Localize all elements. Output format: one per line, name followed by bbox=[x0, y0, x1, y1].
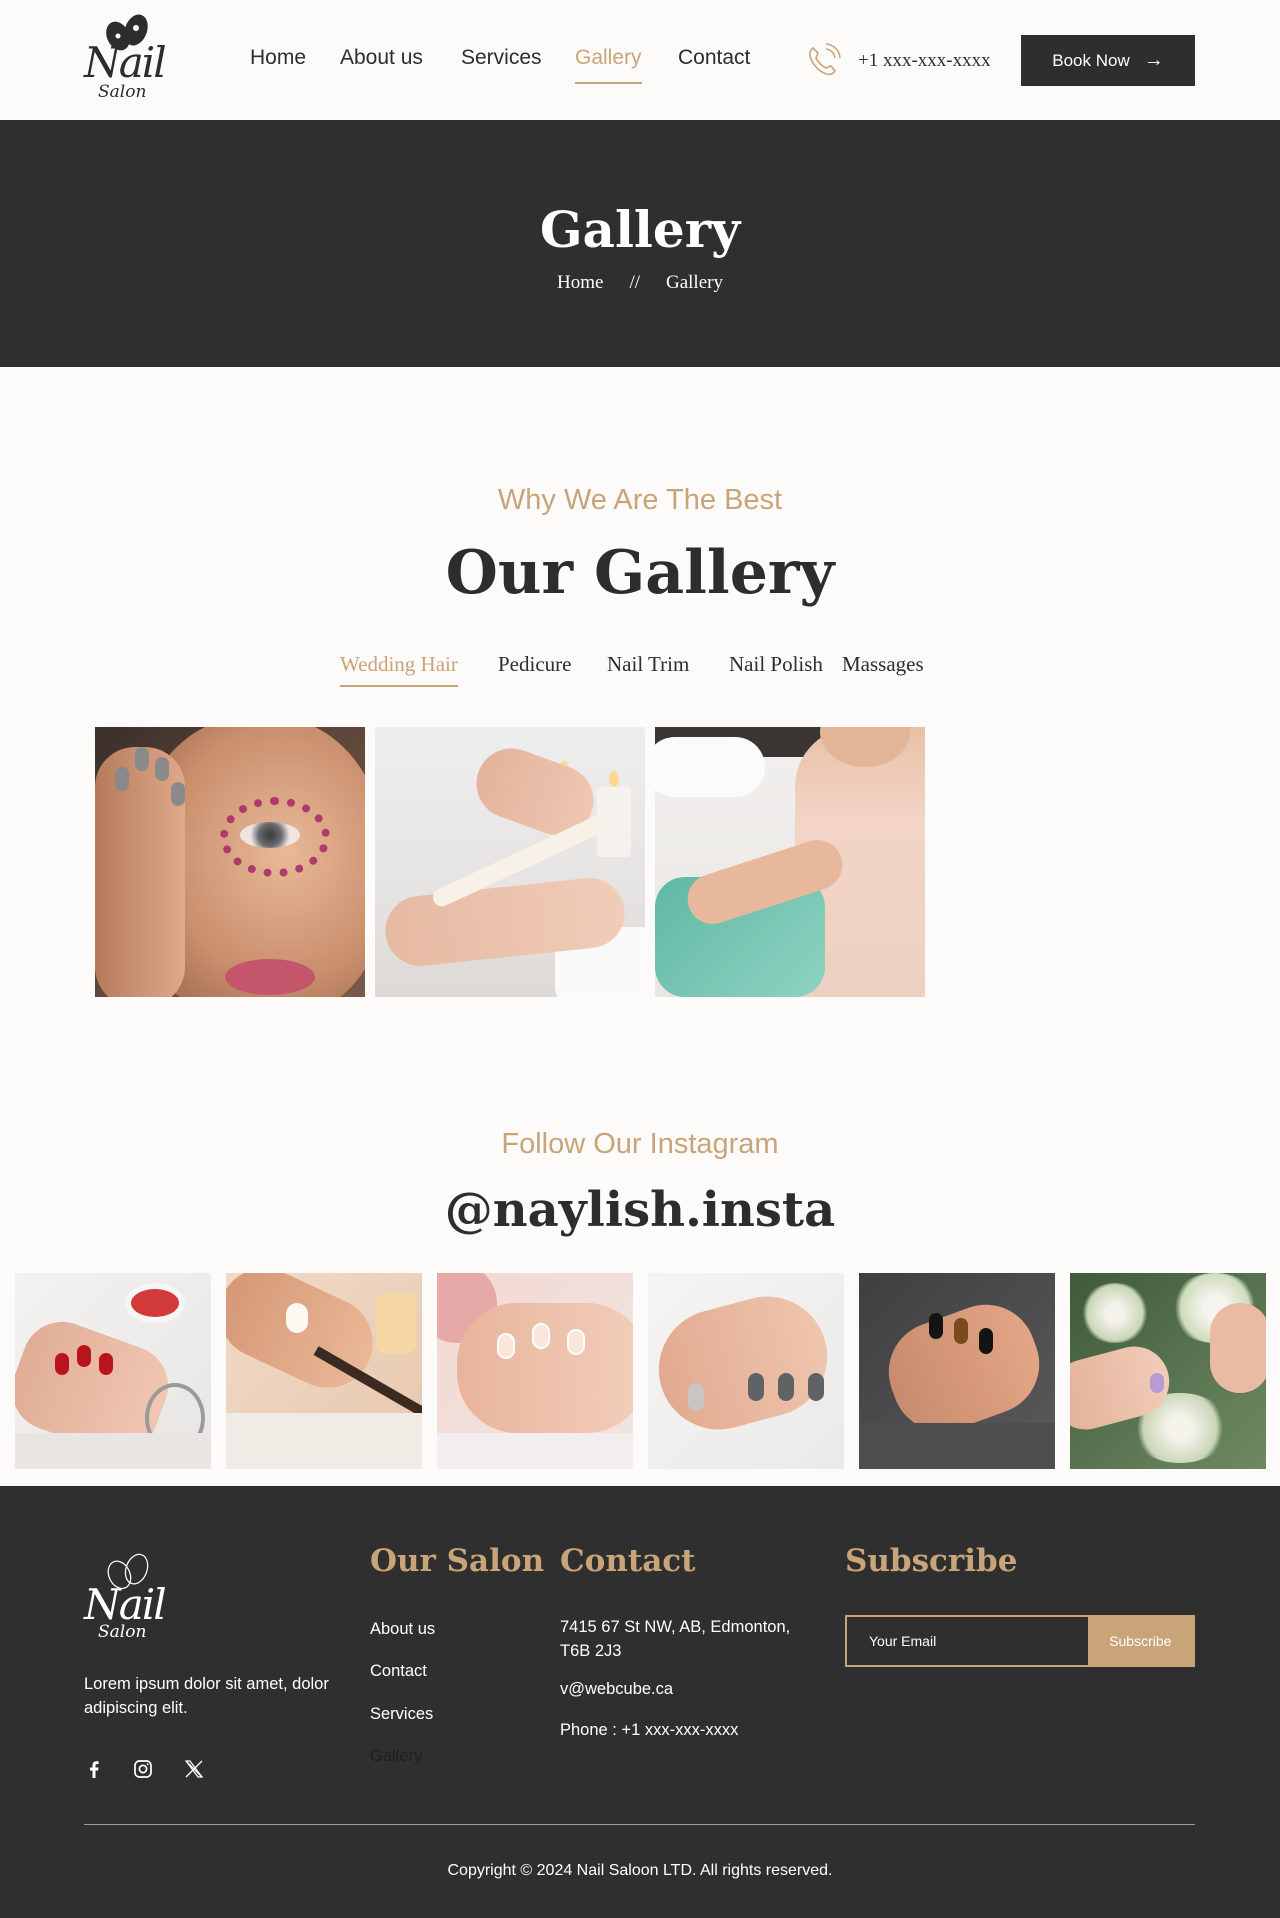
instagram-handle[interactable]: @naylish.insta bbox=[0, 1182, 1280, 1238]
breadcrumb-home[interactable]: Home bbox=[557, 272, 603, 294]
instagram-eyebrow: Follow Our Instagram bbox=[501, 1128, 779, 1160]
tab-nail-trim[interactable]: Nail Trim bbox=[607, 652, 689, 677]
footer-description: Lorem ipsum dolor sit amet, dolor adipis… bbox=[84, 1675, 329, 1717]
gallery-photo-salon-manicure[interactable] bbox=[655, 727, 925, 997]
site-header: Nail Salon Home About us Services Galler… bbox=[0, 0, 1280, 120]
phone-icon bbox=[809, 43, 841, 76]
book-now-button[interactable]: Book Now → bbox=[1021, 35, 1195, 86]
footer-email[interactable]: v@webcube.ca bbox=[560, 1680, 673, 1699]
instagram-icon[interactable] bbox=[131, 1757, 155, 1781]
footer-our-salon-heading: Our Salon bbox=[370, 1543, 545, 1579]
nav-gallery[interactable]: Gallery bbox=[575, 46, 642, 84]
nav-home[interactable]: Home bbox=[250, 46, 306, 70]
footer-divider bbox=[84, 1824, 1195, 1825]
subscribe-email-input[interactable] bbox=[847, 1617, 1088, 1665]
tab-wedding-hair[interactable]: Wedding Hair bbox=[340, 652, 458, 687]
footer-link-contact[interactable]: Contact bbox=[370, 1662, 427, 1681]
instagram-photo-gray-nails[interactable] bbox=[648, 1273, 844, 1469]
page-title: Gallery bbox=[539, 200, 741, 259]
footer-link-gallery[interactable]: Gallery bbox=[370, 1747, 422, 1766]
gallery-photo-nail-filing[interactable] bbox=[375, 727, 645, 997]
footer-link-services[interactable]: Services bbox=[370, 1705, 433, 1724]
nav-contact[interactable]: Contact bbox=[678, 46, 750, 70]
gallery-eyebrow: Why We Are The Best bbox=[497, 484, 783, 516]
gallery-title: Our Gallery bbox=[445, 538, 835, 608]
gallery-tabs: Wedding Hair Pedicure Nail Trim Nail Pol… bbox=[340, 652, 940, 688]
tab-pedicure[interactable]: Pedicure bbox=[498, 652, 571, 677]
footer-phone: Phone : +1 xxx-xxx-xxxx bbox=[560, 1721, 739, 1739]
tab-nail-polish[interactable]: Nail Polish bbox=[729, 652, 823, 677]
footer-contact-heading: Contact bbox=[560, 1543, 696, 1579]
instagram-photo-black-nails[interactable] bbox=[859, 1273, 1055, 1469]
nav-about-us[interactable]: About us bbox=[340, 46, 423, 70]
instagram-photo-lilac-nails[interactable] bbox=[1070, 1273, 1266, 1469]
footer-logo-sub: Salon bbox=[98, 1622, 147, 1642]
footer-link-about-us[interactable]: About us bbox=[370, 1620, 435, 1639]
x-twitter-icon[interactable] bbox=[182, 1757, 206, 1781]
gallery-photo-jeweled-makeup[interactable] bbox=[95, 727, 365, 997]
arrow-right-icon: → bbox=[1143, 49, 1164, 71]
subscribe-form: Subscribe bbox=[845, 1615, 1195, 1667]
footer-subscribe-heading: Subscribe bbox=[845, 1543, 1018, 1579]
instagram-photo-nude-nails[interactable] bbox=[437, 1273, 633, 1469]
site-logo[interactable]: Nail Salon bbox=[84, 12, 167, 108]
nav-services[interactable]: Services bbox=[461, 46, 542, 70]
breadcrumb-current: Gallery bbox=[666, 272, 723, 293]
breadcrumb: Home // Gallery bbox=[0, 272, 1280, 294]
footer-logo-word: Nail bbox=[84, 1580, 167, 1629]
subscribe-button[interactable]: Subscribe bbox=[1087, 1617, 1193, 1665]
book-now-label: Book Now bbox=[1052, 50, 1130, 70]
logo-word: Nail bbox=[84, 38, 167, 87]
logo-sub: Salon bbox=[98, 82, 147, 102]
copyright: Copyright © 2024 Nail Saloon LTD. All ri… bbox=[447, 1862, 833, 1879]
header-phone[interactable]: +1 xxx-xxx-xxxx bbox=[858, 50, 991, 72]
footer-address: 7415 67 St NW, AB, Edmonton, T6B 2J3 bbox=[560, 1618, 791, 1660]
footer-logo[interactable]: Nail Salon bbox=[84, 1552, 174, 1648]
instagram-photo-red-nails[interactable] bbox=[15, 1273, 211, 1469]
page-banner: Gallery Home // Gallery bbox=[0, 120, 1280, 367]
instagram-photo-french-tip[interactable] bbox=[226, 1273, 422, 1469]
breadcrumb-separator: // bbox=[629, 272, 640, 293]
facebook-icon[interactable] bbox=[82, 1757, 106, 1781]
tab-massages[interactable]: Massages bbox=[842, 652, 924, 677]
